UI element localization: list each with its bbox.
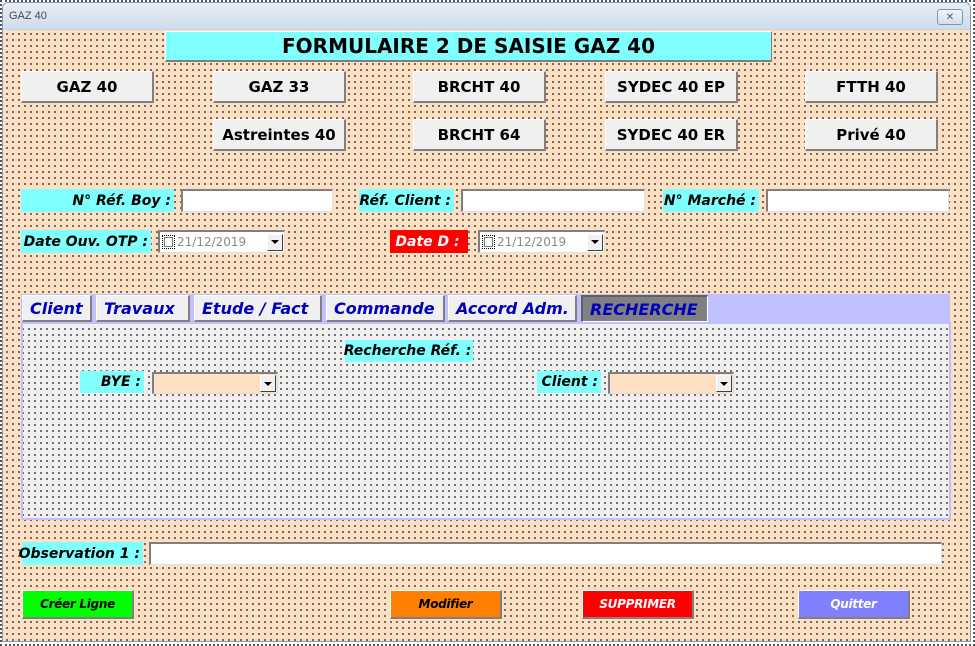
date-d-picker[interactable]: 21/12/2019 (478, 230, 605, 253)
tab-client[interactable]: Client (22, 295, 92, 322)
form-heading: FORMULAIRE 2 DE SAISIE GAZ 40 (165, 31, 772, 62)
observation-label: Observation 1 : (19, 542, 143, 565)
tab-etude-fact[interactable]: Etude / Fact (194, 295, 322, 322)
ref-client-input[interactable] (461, 189, 645, 212)
date-d-label: Date D : (390, 230, 468, 253)
bye-combobox[interactable] (152, 372, 278, 394)
tab-recherche[interactable]: RECHERCHE (581, 295, 708, 322)
close-icon: ✕ (945, 11, 955, 23)
prive40-button[interactable]: Privé 40 (805, 119, 938, 151)
tab-accord-adm[interactable]: Accord Adm. (448, 295, 577, 322)
modify-button[interactable]: Modifier (390, 590, 502, 619)
marche-input[interactable] (766, 189, 949, 212)
gaz33-button[interactable]: GAZ 33 (213, 71, 346, 103)
ref-boy-label: N° Réf. Boy : (21, 189, 174, 212)
close-button[interactable]: ✕ (937, 9, 963, 25)
date-ouv-otp-value: 21/12/2019 (177, 235, 247, 249)
form-body: FORMULAIRE 2 DE SAISIE GAZ 40 GAZ 40 GAZ… (3, 30, 970, 641)
chevron-down-icon[interactable] (716, 375, 732, 392)
date-d-checkbox[interactable] (482, 235, 495, 249)
observation-input[interactable] (149, 542, 942, 565)
brcht40-button[interactable]: BRCHT 40 (413, 71, 546, 103)
recherche-panel: Recherche Réf. : BYE : Client : (21, 322, 951, 520)
ref-client-label: Réf. Client : (359, 189, 454, 212)
title-bar[interactable]: GAZ 40 ✕ (3, 3, 970, 30)
date-ouv-otp-picker[interactable]: 21/12/2019 (158, 230, 285, 253)
tab-commande[interactable]: Commande (326, 295, 445, 322)
userform-window: GAZ 40 ✕ FORMULAIRE 2 DE SAISIE GAZ 40 G… (2, 2, 971, 642)
chevron-down-icon[interactable] (587, 233, 603, 251)
date-ouv-otp-checkbox[interactable] (162, 235, 175, 249)
sydec40ep-button[interactable]: SYDEC 40 EP (605, 71, 738, 103)
window-title: GAZ 40 (9, 10, 47, 22)
ref-boy-input[interactable] (181, 189, 333, 212)
date-d-value: 21/12/2019 (497, 235, 567, 249)
quit-button[interactable]: Quitter (798, 590, 910, 619)
bye-label: BYE : (80, 371, 144, 393)
astreintes40-button[interactable]: Astreintes 40 (213, 119, 346, 151)
ftth40-button[interactable]: FTTH 40 (805, 71, 938, 103)
date-ouv-otp-label: Date Ouv. OTP : (21, 230, 151, 253)
client-combobox[interactable] (608, 372, 734, 394)
create-line-button[interactable]: Créer Ligne (22, 590, 134, 619)
chevron-down-icon[interactable] (267, 233, 283, 251)
chevron-down-icon[interactable] (260, 375, 276, 392)
marche-label: N° Marché : (663, 189, 759, 212)
recherche-ref-heading: Recherche Réf. : (344, 340, 473, 362)
gaz40-button[interactable]: GAZ 40 (21, 71, 154, 103)
delete-button[interactable]: SUPPRIMER (582, 590, 694, 619)
tab-travaux[interactable]: Travaux (96, 295, 190, 322)
sydec40er-button[interactable]: SYDEC 40 ER (605, 119, 738, 151)
client-label: Client : (537, 371, 601, 393)
brcht64-button[interactable]: BRCHT 64 (413, 119, 546, 151)
